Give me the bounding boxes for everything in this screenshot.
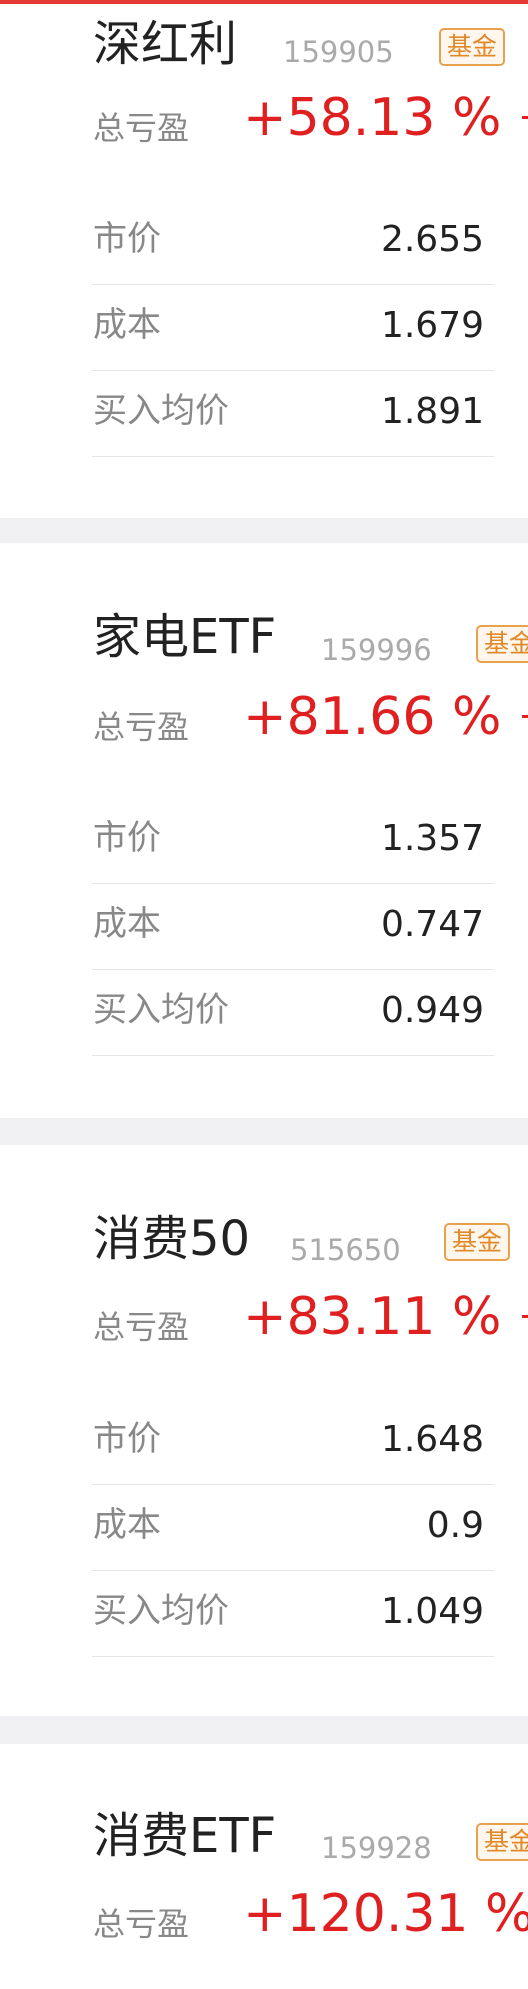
row-label: 成本	[93, 904, 161, 944]
row-value: 1.679	[380, 305, 484, 346]
total-pl-value: +58.13 %	[243, 88, 502, 148]
row-value: 1.357	[380, 818, 484, 859]
total-pl-label: 总亏盈	[93, 109, 190, 147]
fund-code: 159996	[321, 633, 432, 667]
row-value: 1.891	[380, 391, 484, 432]
fund-card[interactable]: 消费50 515650 基金 总亏盈 +83.11 % 市价 1.648 成本 …	[0, 1145, 528, 1716]
total-pl-value: +120.31 %	[243, 1884, 528, 1944]
fund-type-badge: 基金	[439, 28, 506, 66]
fund-type-badge: 基金	[476, 1823, 528, 1861]
table-row: 市价 2.655	[92, 198, 494, 285]
fund-name: 深红利	[93, 16, 238, 72]
row-value: 1.648	[380, 1419, 484, 1460]
row-label: 成本	[93, 305, 161, 345]
truncated-value-mark	[522, 1315, 528, 1318]
row-label: 市价	[93, 818, 161, 858]
fund-code: 159928	[321, 1831, 432, 1865]
table-row: 成本 0.747	[92, 883, 494, 970]
fund-card[interactable]: 消费ETF 159928 基金 总亏盈 +120.31 %	[0, 1744, 528, 1989]
fund-type-badge: 基金	[444, 1223, 511, 1261]
row-label: 买入均价	[93, 391, 229, 431]
row-label: 买入均价	[93, 1591, 229, 1631]
row-value: 2.655	[380, 219, 484, 260]
total-pl-value: +83.11 %	[243, 1287, 502, 1347]
total-pl-value: +81.66 %	[243, 687, 502, 747]
row-value: 1.049	[380, 1591, 484, 1632]
row-label: 买入均价	[93, 990, 229, 1030]
table-row: 买入均价 1.891	[92, 370, 494, 457]
total-pl-label: 总亏盈	[93, 708, 190, 746]
table-row: 成本 1.679	[92, 284, 494, 371]
fund-code: 515650	[290, 1233, 401, 1267]
fund-code: 159905	[283, 35, 394, 69]
table-row: 买入均价 0.949	[92, 969, 494, 1056]
row-label: 市价	[93, 219, 161, 259]
fund-name: 家电ETF	[93, 609, 277, 665]
truncated-value-mark	[522, 715, 528, 718]
row-label: 成本	[93, 1505, 161, 1545]
fund-card[interactable]: 深红利 159905 基金 总亏盈 +58.13 % 市价 2.655 成本 1…	[0, 4, 528, 518]
table-row: 成本 0.9	[92, 1484, 494, 1571]
fund-name: 消费50	[93, 1211, 251, 1267]
row-value: 0.9	[426, 1505, 484, 1546]
fund-type-badge: 基金	[476, 625, 528, 663]
row-value: 0.747	[380, 904, 484, 945]
fund-name: 消费ETF	[93, 1808, 277, 1864]
table-row: 买入均价 1.049	[92, 1570, 494, 1657]
total-pl-label: 总亏盈	[93, 1308, 190, 1346]
table-row: 市价 1.648	[92, 1398, 494, 1485]
row-label: 市价	[93, 1419, 161, 1459]
total-pl-label: 总亏盈	[93, 1905, 190, 1943]
table-row: 市价 1.357	[92, 797, 494, 884]
fund-card[interactable]: 家电ETF 159996 基金 总亏盈 +81.66 % 市价 1.357 成本…	[0, 543, 528, 1118]
truncated-value-mark	[522, 116, 528, 119]
row-value: 0.949	[380, 990, 484, 1031]
